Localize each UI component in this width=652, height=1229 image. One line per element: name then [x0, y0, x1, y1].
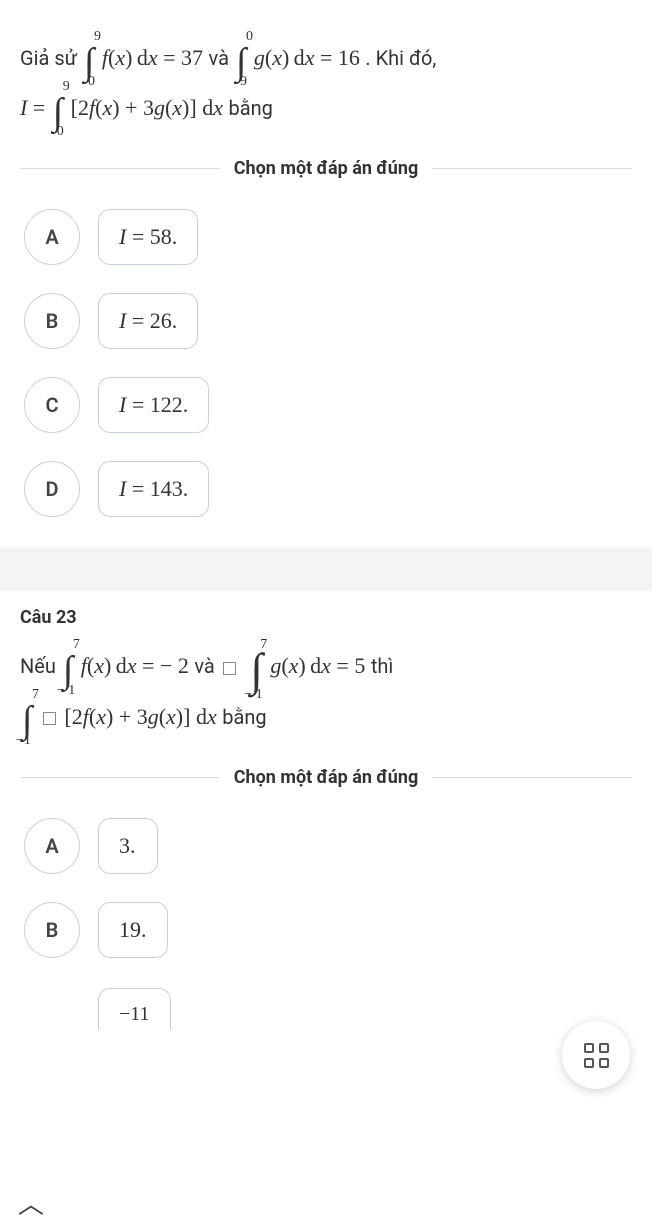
q23-options: A 3. B 19. [20, 818, 632, 958]
option-d[interactable]: D I = 143. [24, 461, 632, 517]
placeholder-square-2 [43, 712, 56, 725]
q23-integral-1: 7 ∫ − 1 [63, 644, 73, 692]
int3-lower: 0 [57, 117, 64, 148]
integral-2: 0 ∫ 9 [236, 36, 246, 84]
question-22-title-cut: Câu 22 [0, 0, 652, 12]
int2-d: ) d [282, 45, 305, 70]
q23-pre: Nếu [20, 654, 61, 678]
int1-d: ) d [125, 45, 148, 70]
q23-int2-body: g(x) dx [270, 653, 331, 678]
choose-divider: Chọn một đáp án đúng [20, 158, 632, 179]
q22-post: . Khi đó, [365, 46, 436, 70]
q23-integral-2: 7 ∫ − 1 [250, 644, 263, 693]
question-23: Câu 23 Nếu 7 ∫ − 1 f(x) dx = − 2 và 7 ∫ … [0, 591, 652, 988]
q23-option-a-letter[interactable]: A [24, 818, 80, 874]
option-b[interactable]: B I = 26. [24, 293, 632, 349]
question-22-prompt: Giả sử 9 ∫ 0 f(x) dx = 37 và 0 ∫ 9 g(x) … [20, 34, 632, 134]
q23-int2-upper: 7 [260, 630, 267, 661]
placeholder-square-1 [223, 662, 236, 675]
q22-options: A I = 58. B I = 26. C I = 122. D I = 143… [20, 209, 632, 517]
q23-option-b[interactable]: B 19. [24, 902, 632, 958]
int1-lower: 0 [88, 67, 95, 98]
q23-option-b-box[interactable]: 19. [98, 902, 168, 958]
q23-int3-upper: 7 [32, 680, 39, 711]
q23-option-cut[interactable]: −11 [98, 988, 171, 1030]
q23-int2-lower: − 1 [244, 680, 262, 711]
q22-int3-body: [2f(x) + 3g(x)] dx [71, 95, 223, 120]
int1-x: x [115, 45, 125, 70]
integral-3: 9 ∫ 0 [53, 86, 63, 134]
int2-x: x [272, 45, 282, 70]
grid-icon [584, 1043, 609, 1068]
question-23-prompt: Nếu 7 ∫ − 1 f(x) dx = − 2 và 7 ∫ − 1 g(x… [20, 642, 632, 743]
option-c[interactable]: C I = 122. [24, 377, 632, 433]
divider-line-right [432, 168, 632, 169]
question-23-title: Câu 23 [20, 607, 632, 628]
option-a-box[interactable]: I = 58. [98, 209, 198, 265]
q23-int1-upper: 7 [73, 630, 80, 661]
question-22: Giả sử 9 ∫ 0 f(x) dx = 37 và 0 ∫ 9 g(x) … [0, 12, 652, 547]
int1-x2: x [148, 45, 158, 70]
section-gap [0, 547, 652, 591]
option-c-letter[interactable]: C [24, 377, 80, 433]
int1-upper: 9 [94, 22, 101, 53]
option-a-letter[interactable]: A [24, 209, 80, 265]
q23-option-a[interactable]: A 3. [24, 818, 632, 874]
q23-choose-text: Chọn một đáp án đúng [220, 767, 432, 788]
int2-lower: 9 [240, 67, 247, 98]
q22-pre-text: Giả sử [20, 46, 82, 70]
q23-int1-body: f(x) dx [81, 653, 137, 678]
q23-int3-lower: −1 [16, 726, 31, 757]
q23-option-a-box[interactable]: 3. [98, 818, 158, 874]
int2-upper: 0 [246, 22, 253, 53]
q23-mid: và [194, 654, 219, 678]
q23-integral-3: 7 ∫ −1 [22, 694, 32, 742]
integral-1: 9 ∫ 0 [84, 36, 94, 84]
divider-line-right [432, 777, 632, 778]
q23-int1-lower: − 1 [57, 676, 75, 707]
divider-line-left [20, 168, 220, 169]
q23-int3-body: [2f(x) + 3g(x)] dx [64, 704, 216, 729]
q23-val1: = − 2 [142, 653, 189, 678]
int3-upper: 9 [63, 72, 70, 103]
option-b-box[interactable]: I = 26. [98, 293, 198, 349]
option-b-letter[interactable]: B [24, 293, 80, 349]
q22-line2-post: bằng [228, 96, 272, 120]
option-d-letter[interactable]: D [24, 461, 80, 517]
choose-text: Chọn một đáp án đúng [220, 158, 432, 179]
divider-line-left [20, 777, 220, 778]
q22-mid: và [209, 46, 234, 70]
grid-menu-button[interactable] [562, 1021, 630, 1089]
chevron-up-icon[interactable]: ︿ [18, 1184, 44, 1221]
option-a[interactable]: A I = 58. [24, 209, 632, 265]
q23-val2: = 5 [336, 653, 365, 678]
q22-I: I [20, 95, 27, 120]
q23-option-b-letter[interactable]: B [24, 902, 80, 958]
q22-val1: = 37 [163, 45, 203, 70]
q22-val2: = 16 [320, 45, 360, 70]
option-c-box[interactable]: I = 122. [98, 377, 209, 433]
int2-g: g [254, 45, 265, 70]
int2-x2: x [305, 45, 315, 70]
q22-eq: = [33, 95, 51, 120]
q23-choose-divider: Chọn một đáp án đúng [20, 767, 632, 788]
option-d-box[interactable]: I = 143. [98, 461, 209, 517]
q23-post: thì [371, 654, 394, 678]
